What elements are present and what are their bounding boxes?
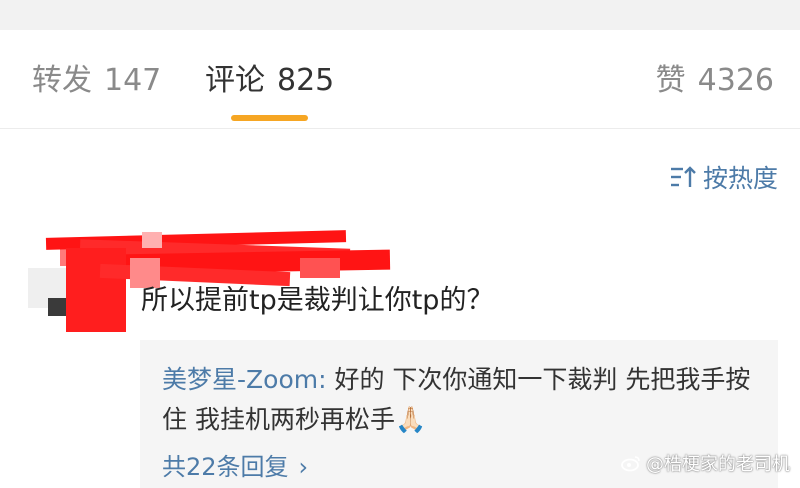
tab-comment-label: 评论	[205, 63, 265, 98]
comment-text: 所以提前tp是裁判让你tp的？	[141, 285, 494, 316]
sort-button[interactable]: 按热度	[669, 160, 778, 194]
tab-like-count: 4326	[697, 63, 774, 98]
tab-comment[interactable]: 评论 825	[205, 63, 334, 99]
tab-repost-label: 转发	[32, 63, 92, 98]
tab-repost[interactable]: 转发 147	[32, 63, 161, 99]
reply-author[interactable]: 美梦星-Zoom:	[162, 365, 327, 394]
tab-comment-count: 825	[277, 63, 335, 98]
chevron-right-icon: ›	[298, 453, 309, 481]
view-all-replies-label: 共22条回复	[162, 453, 289, 481]
watermark-text: @梏梗家的老司机	[646, 454, 790, 475]
view-all-replies-link[interactable]: 共22条回复 ›	[162, 450, 308, 484]
weibo-logo-icon	[621, 456, 640, 472]
top-band	[0, 0, 800, 30]
tab-like[interactable]: 赞 4326	[656, 63, 774, 99]
tab-like-label: 赞	[655, 63, 686, 98]
weibo-watermark: @梏梗家的老司机	[620, 450, 790, 476]
sort-label: 按热度	[702, 164, 778, 193]
reply-content: 美梦星-Zoom: 好的 下次你通知一下裁判 先把我手按住 我挂机两秒再松手🙏🏻	[162, 360, 762, 440]
tab-repost-count: 147	[104, 63, 162, 98]
sort-icon	[670, 166, 696, 187]
active-tab-indicator	[231, 115, 308, 121]
tab-bar: 转发 147 评论 825 赞 4326	[0, 30, 800, 129]
